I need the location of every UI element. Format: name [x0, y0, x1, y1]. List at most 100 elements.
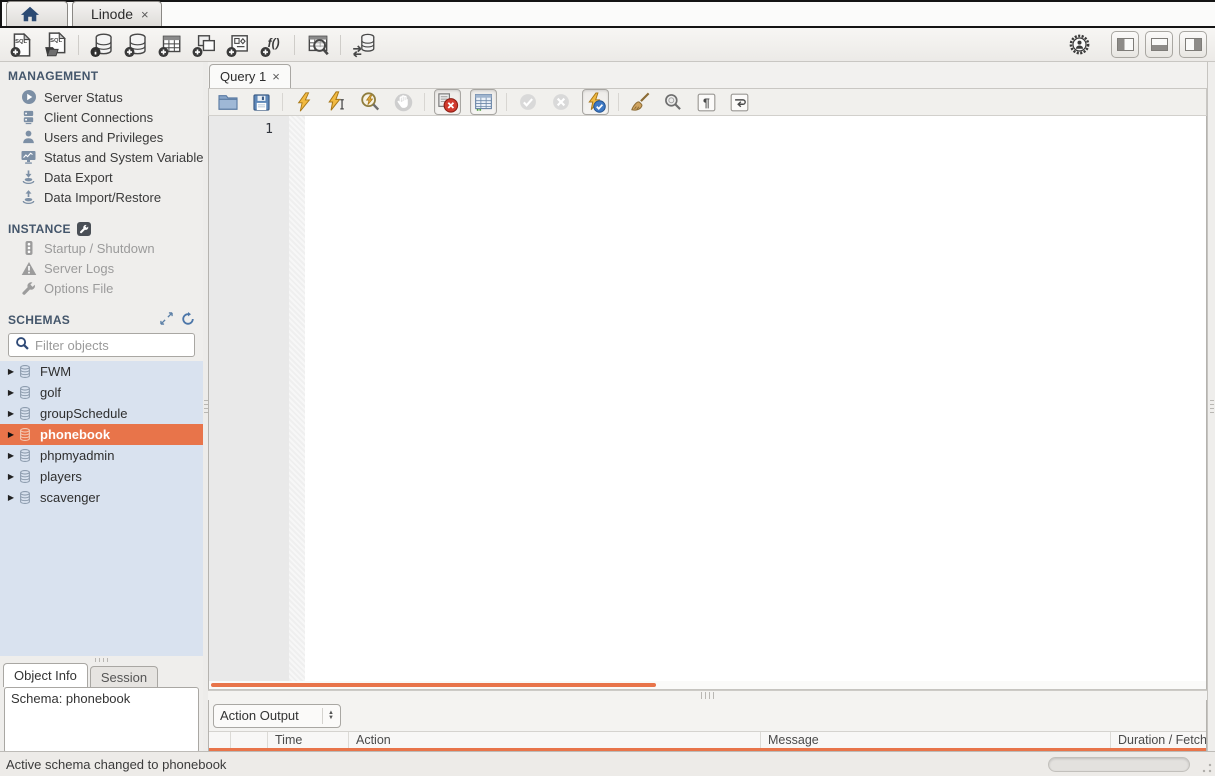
pilcrow-icon-show-invisibles[interactable]: ¶: [694, 90, 718, 114]
expander-triangle-icon[interactable]: ▶: [5, 367, 17, 376]
expander-triangle-icon[interactable]: ▶: [5, 493, 17, 502]
tab-close-icon[interactable]: ×: [141, 7, 149, 22]
user-gear-icon[interactable]: [1067, 33, 1091, 57]
sidebar-item-startup-shutdown[interactable]: Startup / Shutdown: [0, 238, 203, 258]
doc-plus-icon-new-sql-tab[interactable]: SQL: [8, 31, 35, 58]
sidebar-item-label: Data Export: [44, 170, 113, 185]
query-tab-bar: Query 1 ×: [208, 62, 1207, 88]
expander-triangle-icon[interactable]: ▶: [5, 409, 17, 418]
query-tab[interactable]: Query 1 ×: [209, 64, 291, 88]
func-plus-icon-create-function[interactable]: f(): [258, 31, 285, 58]
schema-item-golf[interactable]: ▶ golf: [0, 382, 203, 403]
panel-toggle-button-toggle-bottom-area[interactable]: [1145, 31, 1173, 58]
sidebar-item-server-status[interactable]: Server Status: [0, 87, 203, 107]
bolt-icon-execute-script[interactable]: [292, 90, 316, 114]
right-edge-splitter[interactable]: [1207, 62, 1215, 751]
proc-plus-icon-create-procedure[interactable]: [224, 31, 251, 58]
stop-on-error-icon-toggle-stop-on-error[interactable]: [434, 89, 461, 115]
sidebar-item-label: Server Logs: [44, 261, 114, 276]
editor-horizontal-scrollbar[interactable]: [209, 681, 1206, 689]
mysql-workbench-window: Linode × SQL SQL f() MANAGEMENT Server Sta…: [0, 0, 1215, 776]
magnifier-icon-find[interactable]: [661, 90, 685, 114]
schema-filter-input[interactable]: Filter objects: [8, 333, 195, 357]
sql-editor[interactable]: 1: [208, 116, 1207, 690]
wrap-icon-toggle-word-wrap[interactable]: [727, 90, 751, 114]
save-icon-save-script[interactable]: [249, 90, 273, 114]
schema-item-groupSchedule[interactable]: ▶ groupSchedule: [0, 403, 203, 424]
panel-toggle-glyph: [1151, 38, 1168, 51]
schema-tree: ▶ FWM ▶ golf ▶ groupSchedule ▶: [0, 361, 203, 656]
schemas-title: SCHEMAS: [8, 313, 70, 327]
sidebar-item-client-connections[interactable]: Client Connections: [0, 107, 203, 127]
traffic-light-icon: [20, 240, 37, 256]
output-column-header[interactable]: Message: [761, 732, 1111, 748]
window-tab-home[interactable]: [6, 1, 68, 26]
main-toolbar: SQL SQL f(): [0, 28, 1215, 62]
database-icon: [17, 406, 33, 422]
schema-name: FWM: [40, 364, 71, 379]
resize-grip-icon[interactable]: [1202, 763, 1212, 773]
database-icon: [17, 469, 33, 485]
query-tab-close-icon[interactable]: ×: [272, 69, 280, 84]
expander-triangle-icon[interactable]: ▶: [5, 472, 17, 481]
db-plus-icon-create-schema[interactable]: [122, 31, 149, 58]
toolbar-separator: [618, 93, 619, 111]
output-column-header[interactable]: Action: [349, 732, 761, 748]
spinner-arrows-icon[interactable]: ▲▼: [322, 708, 334, 724]
view-plus-icon-create-view[interactable]: [190, 31, 217, 58]
mag-bolt-icon-explain-plan[interactable]: [358, 90, 382, 114]
db-info-icon-inspect-database[interactable]: [88, 31, 115, 58]
sidebar-item-users-privileges[interactable]: Users and Privileges: [0, 127, 203, 147]
schema-item-FWM[interactable]: ▶ FWM: [0, 361, 203, 382]
window-tab-linode[interactable]: Linode ×: [72, 1, 162, 26]
editor-text-area[interactable]: [305, 116, 1206, 689]
schema-item-phpmyadmin[interactable]: ▶ phpmyadmin: [0, 445, 203, 466]
horizontal-splitter[interactable]: [208, 690, 1207, 700]
rollback-x-icon-rollback[interactable]: [549, 90, 573, 114]
expander-triangle-icon[interactable]: ▶: [5, 451, 17, 460]
table-plus-icon-create-table[interactable]: [156, 31, 183, 58]
stop-hand-icon-stop-execution[interactable]: [391, 90, 415, 114]
grid-limit-icon-toggle-limit-rows[interactable]: [470, 89, 497, 115]
scrollbar-thumb[interactable]: [211, 683, 656, 687]
sidebar-splitter[interactable]: [0, 656, 203, 663]
expander-triangle-icon[interactable]: ▶: [5, 430, 17, 439]
commit-check-icon-commit[interactable]: [516, 90, 540, 114]
filter-placeholder: Filter objects: [35, 338, 109, 353]
sidebar-item-label: Startup / Shutdown: [44, 241, 155, 256]
management-section-header: MANAGEMENT: [0, 67, 203, 85]
sidebar-item-status-variables[interactable]: Status and System Variables: [0, 147, 203, 167]
info-tab-session[interactable]: Session: [90, 666, 158, 687]
sidebar-item-options-file[interactable]: Options File: [0, 278, 203, 298]
sidebar-item-server-logs[interactable]: Server Logs: [0, 258, 203, 278]
refresh-schemas-icon[interactable]: [181, 312, 195, 329]
doc-open-icon-open-sql-script[interactable]: SQL: [42, 31, 69, 58]
search-icon: [15, 336, 30, 354]
output-column-header[interactable]: [231, 732, 268, 748]
broom-icon-clear-query[interactable]: [628, 90, 652, 114]
output-selector-dropdown[interactable]: Action Output ▲▼: [213, 704, 341, 728]
panel-toggle-button-toggle-left-sidebar[interactable]: [1111, 31, 1139, 58]
svg-text:SQL: SQL: [50, 37, 62, 43]
autocommit-icon-toggle-autocommit[interactable]: [582, 89, 609, 115]
bolt-cursor-icon-execute-current-statement[interactable]: [325, 90, 349, 114]
info-tab-object-info[interactable]: Object Info: [3, 663, 88, 687]
search-table-icon-search-table-data[interactable]: [304, 31, 331, 58]
expand-panel-icon[interactable]: [160, 312, 173, 328]
fold-margin: [289, 116, 305, 689]
sidebar-item-data-export[interactable]: Data Export: [0, 167, 203, 187]
output-column-header[interactable]: Duration / Fetch: [1111, 732, 1206, 748]
sidebar-item-data-import[interactable]: Data Import/Restore: [0, 187, 203, 207]
toolbar-separator: [78, 35, 79, 55]
schema-item-scavenger[interactable]: ▶ scavenger: [0, 487, 203, 508]
output-column-header[interactable]: [209, 732, 231, 748]
folder-icon-open-script-file[interactable]: [216, 90, 240, 114]
toolbar-separator: [294, 35, 295, 55]
expander-triangle-icon[interactable]: ▶: [5, 388, 17, 397]
schema-item-phonebook[interactable]: ▶ phonebook: [0, 424, 203, 445]
schema-item-players[interactable]: ▶ players: [0, 466, 203, 487]
output-column-header[interactable]: Time: [268, 732, 349, 748]
panel-toggle-button-toggle-right-sidebar[interactable]: [1179, 31, 1207, 58]
db-reconnect-icon-reconnect-dbms[interactable]: [350, 31, 377, 58]
object-info-panel: Schema: phonebook: [4, 687, 199, 751]
